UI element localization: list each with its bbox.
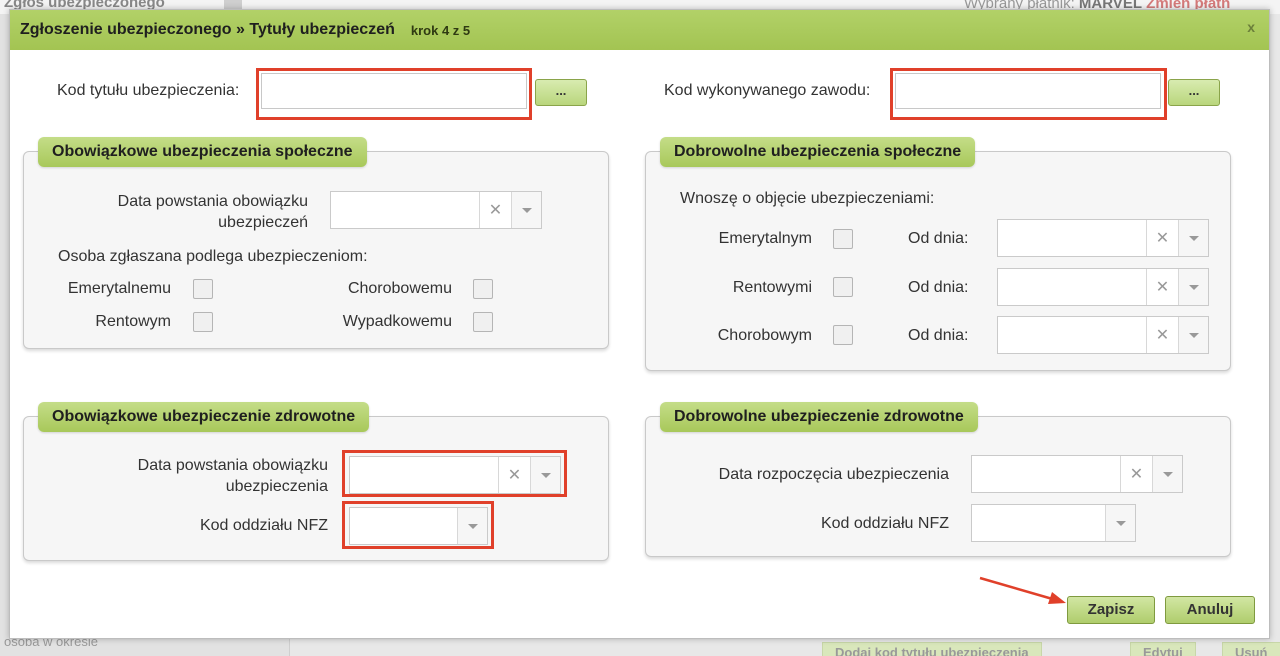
chevron-down-icon[interactable] xyxy=(1178,220,1208,256)
request-insurances-label: Wnoszę o objęcie ubezpieczeniami: xyxy=(680,190,935,207)
dialog-step-indicator: krok 4 z 5 xyxy=(410,22,471,38)
voluntary-health-date-label: Data rozpoczęcia ubezpieczenia xyxy=(718,466,949,483)
chevron-down-icon[interactable] xyxy=(511,192,541,228)
voluntary-emerytalnym-checkbox[interactable] xyxy=(833,229,853,249)
clear-icon[interactable]: ✕ xyxy=(479,192,511,228)
mandatory-health-nfz-label: Kod oddziału NFZ xyxy=(199,517,328,534)
cancel-button[interactable]: Anuluj xyxy=(1165,596,1255,624)
occupation-code-label: Kod wykonywanego zawodu: xyxy=(664,82,871,99)
background-add-title-code-button[interactable]: Dodaj kod tytułu ubezpieczenia xyxy=(822,642,1042,656)
mandatory-social-date-label: Data powstania obowiązku ubezpieczeń xyxy=(60,191,308,233)
clear-icon[interactable]: ✕ xyxy=(1146,220,1178,256)
close-icon[interactable]: x xyxy=(1247,19,1255,35)
rentowym-label: Rentowym xyxy=(95,313,171,330)
mandatory-health-date-label-line2: ubezpieczenia xyxy=(225,478,328,495)
voluntary-emerytalnym-from-label: Od dnia: xyxy=(908,230,969,247)
chevron-down-icon[interactable] xyxy=(1178,317,1208,353)
date-value[interactable] xyxy=(972,456,1120,492)
voluntary-rentowymi-label: Rentowymi xyxy=(732,279,812,296)
highlight-occupation-code xyxy=(890,68,1167,120)
mandatory-health-title: Obowiązkowe ubezpieczenie zdrowotne xyxy=(38,402,370,432)
subject-insurances-label: Osoba zgłaszana podlega ubezpieczeniom: xyxy=(58,248,368,265)
select-value[interactable] xyxy=(972,505,1105,541)
clear-icon[interactable]: ✕ xyxy=(1120,456,1152,492)
mandatory-social-date-field[interactable]: ✕ xyxy=(330,191,542,229)
mandatory-health-date-label: Data powstania obowiązku ubezpieczenia xyxy=(60,455,328,497)
chevron-down-icon[interactable] xyxy=(1178,269,1208,305)
voluntary-emerytalnym-label: Emerytalnym xyxy=(718,230,812,247)
highlight-mandatory-health-date xyxy=(342,450,567,497)
voluntary-health-title: Dobrowolne ubezpieczenie zdrowotne xyxy=(660,402,978,432)
date-value[interactable] xyxy=(998,269,1146,305)
date-value[interactable] xyxy=(998,220,1146,256)
annotation-arrow-icon xyxy=(979,576,1066,604)
mandatory-social-date-label-line1: Data powstania obowiązku xyxy=(117,193,308,210)
mandatory-social-title: Obowiązkowe ubezpieczenia społeczne xyxy=(38,137,367,167)
voluntary-emerytalnym-date-field[interactable]: ✕ xyxy=(997,219,1209,257)
voluntary-rentowymi-checkbox[interactable] xyxy=(833,277,853,297)
voluntary-chorobowym-date-field[interactable]: ✕ xyxy=(997,316,1209,354)
mandatory-social-date-label-line2: ubezpieczeń xyxy=(218,214,308,231)
emerytalnemu-checkbox[interactable] xyxy=(193,279,213,299)
voluntary-chorobowym-checkbox[interactable] xyxy=(833,325,853,345)
voluntary-rentowymi-date-field[interactable]: ✕ xyxy=(997,268,1209,306)
dialog-title: Zgłoszenie ubezpieczonego » Tytuły ubezp… xyxy=(20,21,395,38)
clear-icon[interactable]: ✕ xyxy=(1146,317,1178,353)
mandatory-health-date-label-line1: Data powstania obowiązku xyxy=(137,457,328,474)
browse-insurance-title-code-button[interactable]: ... xyxy=(535,79,587,106)
voluntary-chorobowym-from-label: Od dnia: xyxy=(908,327,969,344)
voluntary-health-nfz-label: Kod oddziału NFZ xyxy=(820,515,949,532)
save-button[interactable]: Zapisz xyxy=(1067,596,1155,624)
chorobowemu-checkbox[interactable] xyxy=(473,279,493,299)
date-value[interactable] xyxy=(998,317,1146,353)
background-edit-button[interactable]: Edytuj xyxy=(1130,642,1196,656)
voluntary-chorobowym-label: Chorobowym xyxy=(717,327,812,344)
clear-icon[interactable]: ✕ xyxy=(1146,269,1178,305)
voluntary-rentowymi-from-label: Od dnia: xyxy=(908,279,969,296)
voluntary-health-nfz-select[interactable] xyxy=(971,504,1136,542)
highlight-insurance-title-code xyxy=(256,68,532,120)
wypadkowemu-checkbox[interactable] xyxy=(473,312,493,332)
browse-occupation-code-button[interactable]: ... xyxy=(1168,79,1220,106)
date-value[interactable] xyxy=(331,192,479,228)
rentowym-checkbox[interactable] xyxy=(193,312,213,332)
background-delete-button[interactable]: Usuń xyxy=(1222,642,1280,656)
emerytalnemu-label: Emerytalnemu xyxy=(67,280,171,297)
insurance-title-code-label: Kod tytułu ubezpieczenia: xyxy=(57,82,240,99)
chevron-down-icon[interactable] xyxy=(1152,456,1182,492)
highlight-mandatory-health-nfz xyxy=(342,501,494,549)
chorobowemu-label: Chorobowemu xyxy=(347,280,452,297)
voluntary-social-title: Dobrowolne ubezpieczenia społeczne xyxy=(660,137,976,167)
chevron-down-icon[interactable] xyxy=(1105,505,1135,541)
wypadkowemu-label: Wypadkowemu xyxy=(342,313,452,330)
voluntary-health-date-field[interactable]: ✕ xyxy=(971,455,1183,493)
dialog-header: Zgłoszenie ubezpieczonego » Tytuły ubezp… xyxy=(10,10,1269,50)
